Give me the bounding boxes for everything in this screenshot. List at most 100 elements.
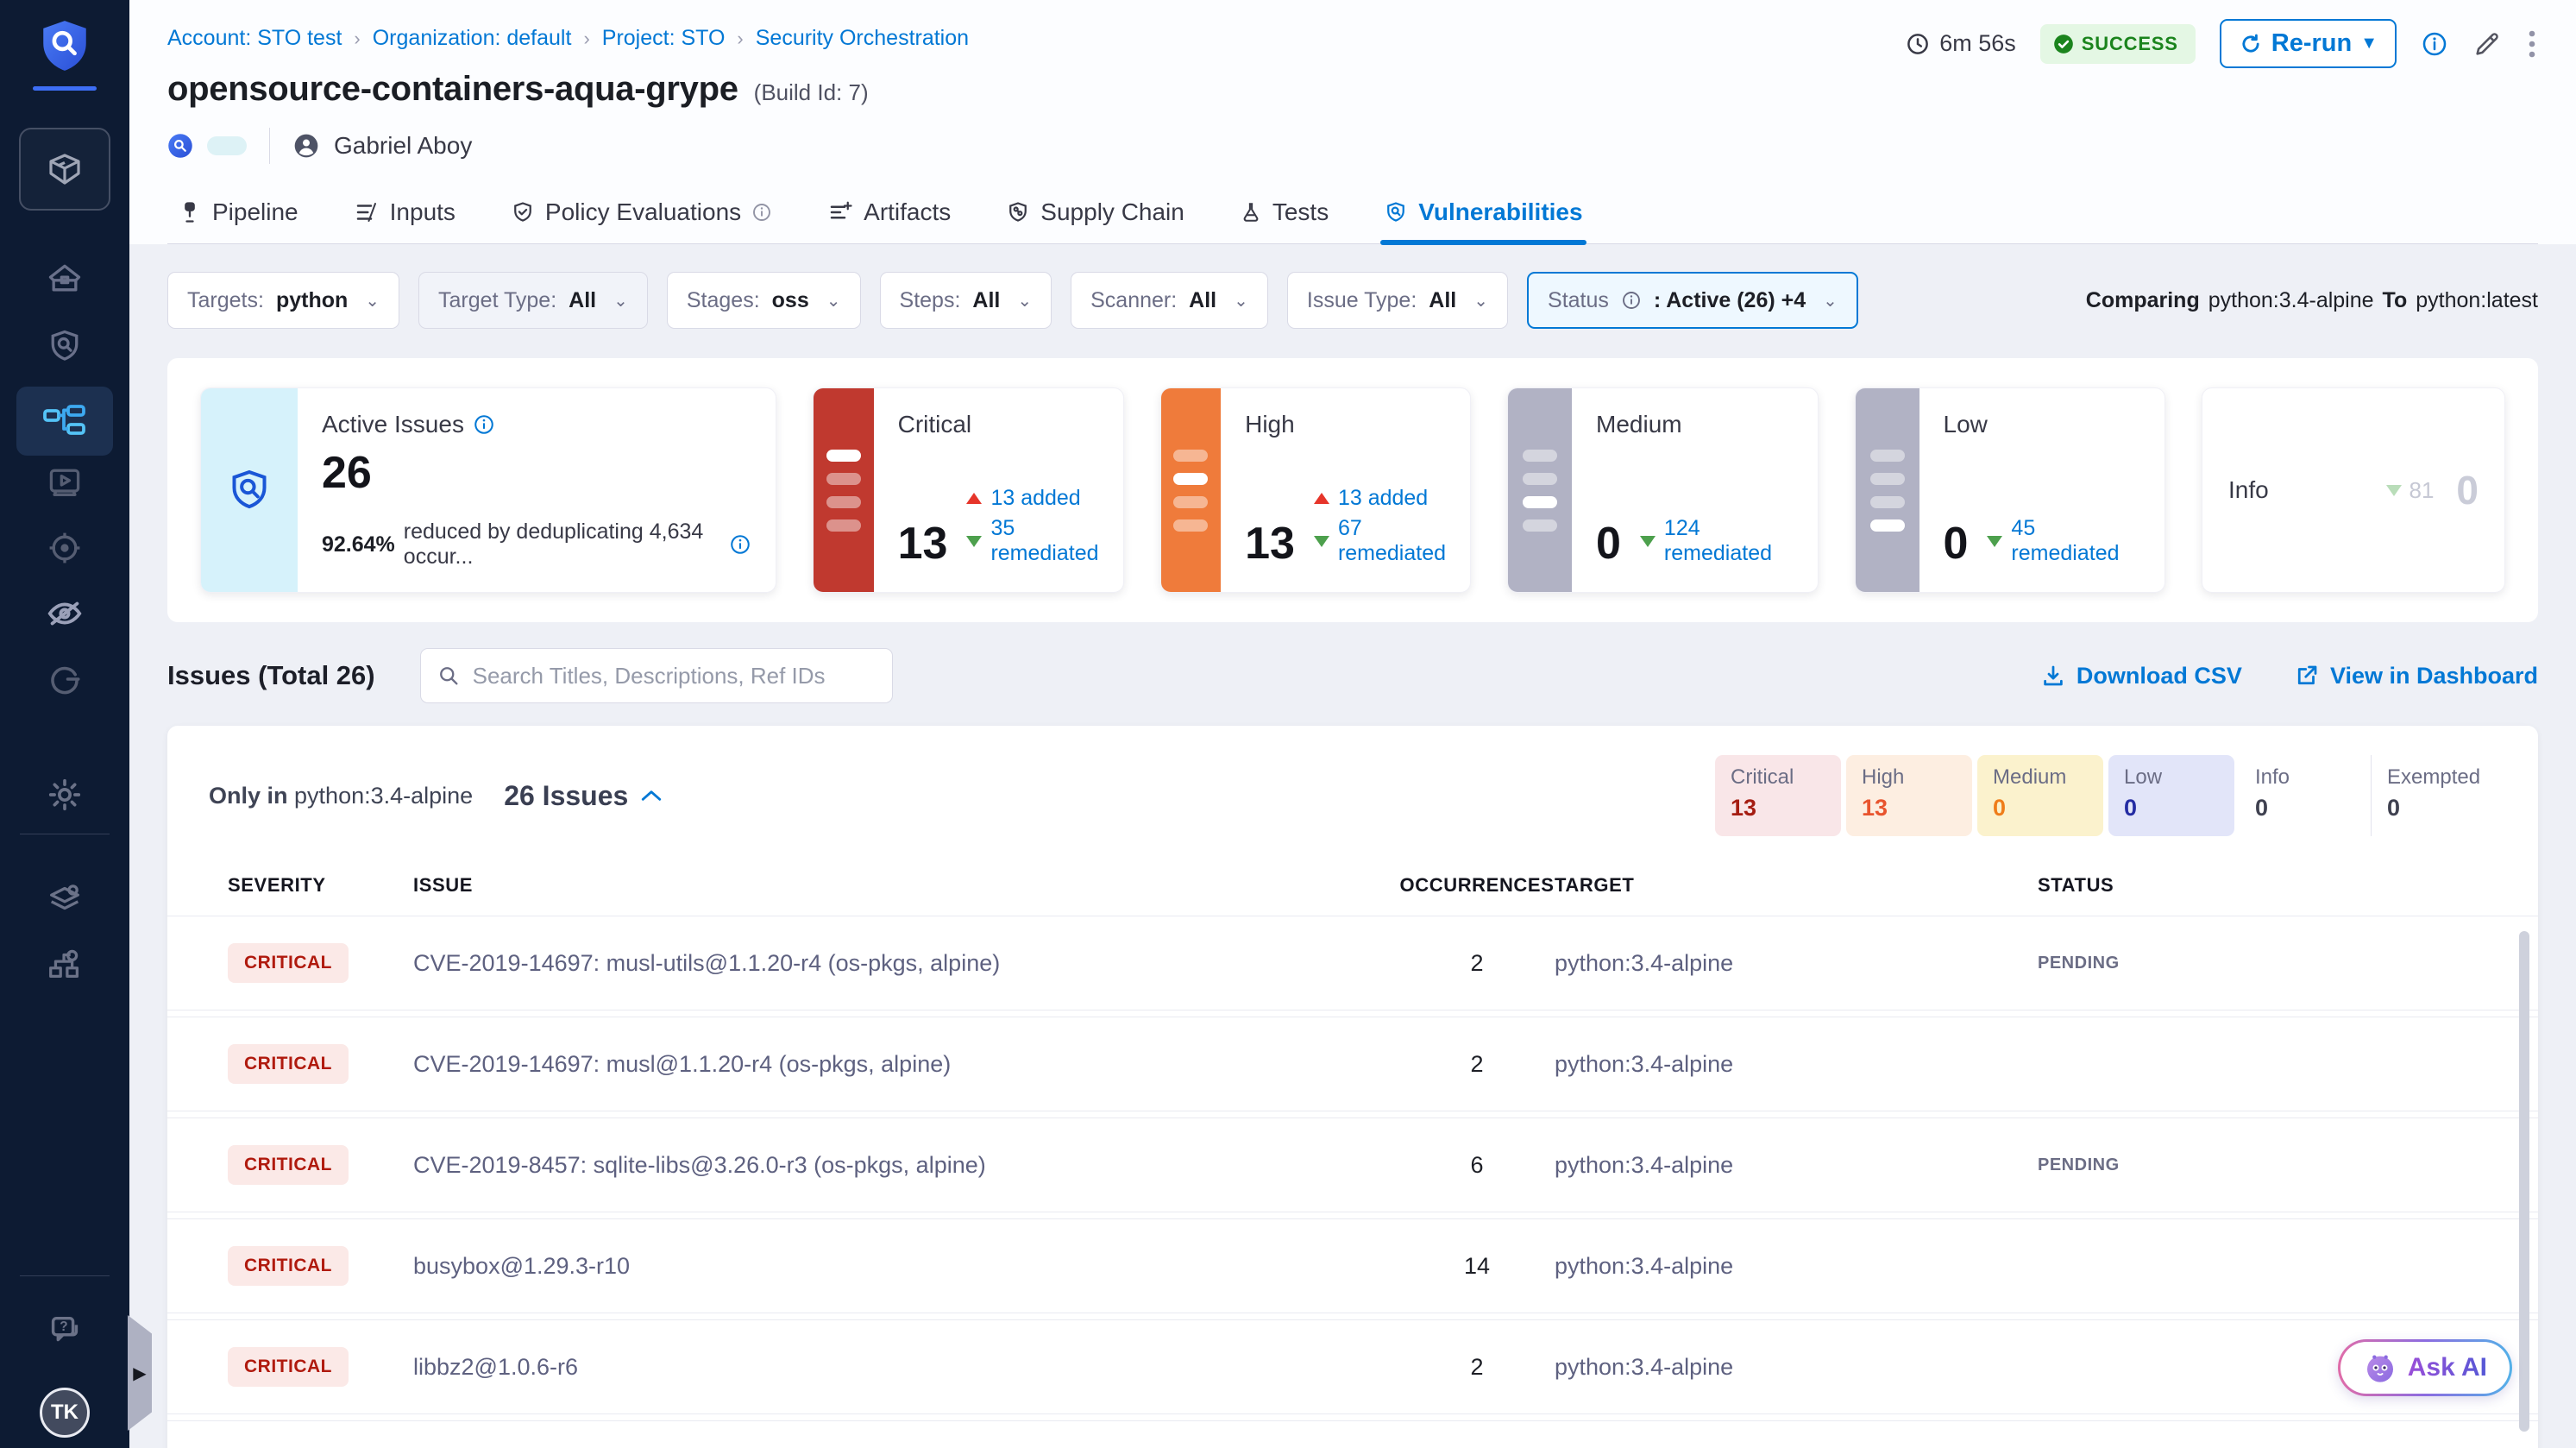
breadcrumb-organization[interactable]: Organization: default [373, 26, 572, 51]
issues-search[interactable] [420, 648, 893, 703]
user-avatar[interactable]: TK [40, 1388, 90, 1438]
tab-artifacts[interactable]: Artifacts [824, 186, 954, 243]
sidebar-hidden-scans-eye-off-icon[interactable] [45, 594, 85, 633]
chip-info[interactable]: Info0 [2240, 755, 2366, 836]
critical-count: 13 [898, 518, 948, 570]
shield-search-icon [1384, 200, 1408, 224]
chevron-down-icon: ⌄ [826, 290, 841, 312]
sidebar-home-icon[interactable] [45, 259, 85, 299]
ask-ai-button[interactable]: Ask AI [2338, 1339, 2512, 1396]
issue-title[interactable]: CVE-2019-8457: sqlite-libs@3.26.0-r3 (os… [413, 1152, 1399, 1179]
chip-critical[interactable]: Critical13 [1715, 755, 1841, 836]
triggered-by-user: Gabriel Aboy [334, 132, 472, 160]
search-input[interactable] [473, 663, 876, 689]
chip-high[interactable]: High13 [1846, 755, 1972, 836]
issue-status: PENDING [2038, 954, 2486, 973]
table-row[interactable]: CRITICAL CVE-2019-14697: musl@1.1.20-r4 … [167, 1017, 2538, 1111]
caret-down-icon: ▼ [2360, 34, 2378, 54]
edit-pencil-icon[interactable] [2472, 29, 2502, 59]
module-selector-cube[interactable] [19, 128, 110, 211]
svg-text:?: ? [60, 1319, 67, 1334]
table-row[interactable]: CRITICAL CVE-2019-8457: sqlite-libs@3.26… [167, 1117, 2538, 1212]
chevron-right-icon: › [354, 28, 360, 50]
status-badge: SUCCESS [2040, 24, 2196, 64]
rerun-button[interactable]: Re-run ▼ [2220, 19, 2397, 68]
sidebar-org-structure-settings-icon[interactable] [45, 944, 85, 984]
remediated-delta[interactable]: 67 remediated [1314, 516, 1446, 566]
added-delta[interactable]: 13 added [1314, 486, 1446, 511]
issue-target: python:3.4-alpine [1555, 1152, 2038, 1179]
issue-title[interactable]: libbz2@1.0.6-r6 [413, 1354, 1399, 1381]
info-icon[interactable] [473, 413, 495, 436]
tab-policy-evaluations[interactable]: Policy Evaluations [507, 186, 776, 243]
sidebar-executions-icon[interactable] [45, 463, 85, 502]
severity-badge: CRITICAL [228, 1145, 349, 1185]
occurrences-count: 14 [1399, 1253, 1555, 1280]
group-count-toggle[interactable]: 26 Issues [504, 780, 663, 812]
flask-icon [1240, 200, 1262, 224]
filter-scanner[interactable]: Scanner:All⌄ [1071, 272, 1268, 329]
remediated-delta[interactable]: 124 remediated [1640, 516, 1794, 566]
breadcrumb-project[interactable]: Project: STO [602, 26, 726, 51]
issue-title[interactable]: CVE-2019-14697: musl@1.1.20-r4 (os-pkgs,… [413, 1051, 1399, 1078]
view-in-dashboard-link[interactable]: View in Dashboard [2294, 663, 2538, 689]
chevron-down-icon: ⌄ [1017, 290, 1032, 312]
occurrences-count: 6 [1399, 1152, 1555, 1179]
search-icon [437, 664, 461, 688]
occurrences-count: 2 [1399, 1354, 1555, 1381]
tab-supply-chain[interactable]: Supply Chain [1002, 186, 1188, 243]
tab-vulnerabilities[interactable]: Vulnerabilities [1380, 186, 1586, 243]
tab-pipeline[interactable]: Pipeline [174, 186, 302, 243]
filter-targets[interactable]: Targets:python⌄ [167, 272, 399, 329]
sidebar-layers-settings-icon[interactable] [45, 878, 85, 918]
table-row[interactable]: CRITICAL CVE-2019-14697: musl-utils@1.1.… [167, 916, 2538, 1010]
download-icon [2040, 663, 2066, 689]
ai-bot-icon [2363, 1350, 2397, 1385]
filter-issue-type[interactable]: Issue Type:All⌄ [1287, 272, 1508, 329]
sidebar-scan-shield-icon[interactable] [45, 326, 85, 366]
sidebar-target-icon[interactable] [45, 528, 85, 568]
filter-stages[interactable]: Stages:oss⌄ [667, 272, 861, 329]
sidebar-settings-gear-icon[interactable] [45, 775, 85, 815]
sidebar-pipelines-active-item[interactable] [16, 387, 113, 456]
info-icon[interactable] [729, 533, 751, 556]
table-row[interactable]: CRITICAL libbz2@1.0.6-r6 2 python:3.4-al… [167, 1319, 2538, 1414]
remediated-delta[interactable]: 45 remediated [1987, 516, 2140, 566]
toggle-indicator[interactable] [207, 136, 247, 155]
issue-title[interactable]: CVE-2019-14697: musl-utils@1.1.20-r4 (os… [413, 950, 1399, 977]
info-icon [751, 202, 772, 223]
issues-table-body: CRITICAL CVE-2019-14697: musl-utils@1.1.… [167, 916, 2538, 1448]
info-icon[interactable] [2421, 30, 2448, 58]
table-row[interactable]: CRITICAL busybox@1.29.3-r10 14 python:3.… [167, 1218, 2538, 1313]
tab-tests[interactable]: Tests [1236, 186, 1332, 243]
chip-medium[interactable]: Medium0 [1977, 755, 2103, 836]
help-chat-icon[interactable]: ? [45, 1312, 85, 1351]
remediated-delta[interactable]: 35 remediated [966, 516, 1098, 566]
table-row[interactable]: CRITICAL libcrypto1.1@1.1.1a-r1 50 pytho… [167, 1420, 2538, 1448]
issue-title[interactable]: busybox@1.29.3-r10 [413, 1253, 1399, 1280]
build-tabs: Pipeline Inputs Policy Evaluations Artif… [167, 186, 2538, 244]
added-delta[interactable]: 13 added [966, 486, 1098, 511]
breadcrumb-account[interactable]: Account: STO test [167, 26, 342, 51]
chip-low[interactable]: Low0 [2108, 755, 2234, 836]
sidebar-sto-module-icon[interactable] [45, 659, 85, 699]
severity-badge: CRITICAL [228, 1246, 349, 1286]
kebab-menu-icon[interactable] [2526, 28, 2538, 60]
breadcrumb-module[interactable]: Security Orchestration [756, 26, 969, 51]
triangle-down-icon [1987, 536, 2002, 547]
filter-steps[interactable]: Steps:All⌄ [880, 272, 1052, 329]
filter-status[interactable]: Status : Active (26) +4 ⌄ [1527, 272, 1858, 329]
filter-target-type[interactable]: Target Type:All⌄ [418, 272, 648, 329]
sidebar-expand-handle[interactable]: ▶ [128, 1315, 152, 1431]
chip-exempted[interactable]: Exempted0 [2371, 755, 2497, 836]
download-csv-button[interactable]: Download CSV [2040, 663, 2242, 689]
check-circle-icon [2052, 33, 2075, 55]
severity-bars-icon [814, 388, 874, 592]
tab-inputs[interactable]: Inputs [350, 186, 459, 243]
triangle-up-icon [1314, 493, 1329, 504]
group-label: Only in python:3.4-alpine [209, 783, 473, 809]
harness-sto-logo-icon[interactable] [36, 16, 93, 76]
table-scrollbar[interactable] [2519, 931, 2529, 1432]
build-id: (Build Id: 7) [754, 79, 869, 106]
main-content: Account: STO test › Organization: defaul… [129, 0, 2576, 1448]
